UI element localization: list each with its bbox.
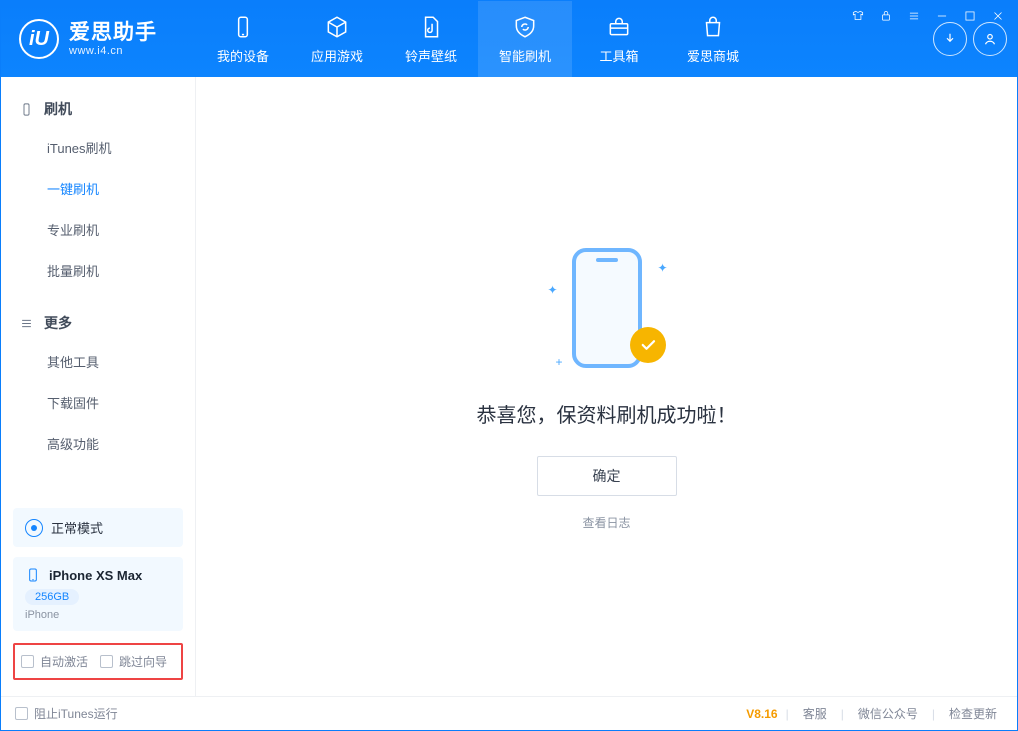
nav-my-device[interactable]: 我的设备 [196, 1, 290, 77]
sparkle-icon: + [556, 355, 563, 369]
options-highlight: 自动激活 跳过向导 [13, 643, 183, 680]
minimize-button[interactable] [933, 7, 951, 25]
toolbox-icon [606, 14, 632, 40]
wechat-link[interactable]: 微信公众号 [852, 705, 924, 722]
sidebar-item-other-tools[interactable]: 其他工具 [1, 341, 195, 382]
sidebar-item-advanced[interactable]: 高级功能 [1, 423, 195, 464]
sidebar-header-more: 更多 [1, 305, 195, 341]
mode-icon [25, 519, 43, 537]
sidebar-item-oneclick-flash[interactable]: 一键刷机 [1, 168, 195, 209]
checkbox-label: 跳过向导 [119, 653, 167, 670]
main-content: ✦ ✦ + 恭喜您，保资料刷机成功啦！ 确定 查看日志 [196, 77, 1017, 696]
sidebar-item-pro-flash[interactable]: 专业刷机 [1, 209, 195, 250]
support-link[interactable]: 客服 [797, 705, 833, 722]
nav-store[interactable]: 爱思商城 [666, 1, 760, 77]
phone-outline-icon [25, 567, 41, 583]
logo: iU 爱思助手 www.i4.cn [1, 1, 196, 77]
phone-icon [230, 14, 256, 40]
device-icon [19, 102, 34, 117]
separator: | [786, 707, 789, 721]
sidebar-section-more: 更多 其他工具 下载固件 高级功能 [1, 291, 195, 464]
logo-icon: iU [19, 19, 59, 59]
sidebar-item-download-firmware[interactable]: 下载固件 [1, 382, 195, 423]
status-bar: 阻止iTunes运行 V8.16 | 客服 | 微信公众号 | 检查更新 [1, 696, 1017, 730]
view-log-link[interactable]: 查看日志 [582, 514, 630, 531]
download-button[interactable] [933, 22, 967, 56]
sidebar-bottom: 正常模式 iPhone XS Max 256GB iPhone 自动激活 跳过向… [1, 498, 195, 696]
sidebar-title: 刷机 [44, 99, 72, 119]
nav-label: 铃声壁纸 [405, 46, 457, 65]
nav-label: 工具箱 [599, 46, 638, 65]
app-subtitle: www.i4.cn [69, 45, 157, 57]
menu-icon[interactable] [905, 7, 923, 25]
sparkle-icon: ✦ [657, 261, 667, 275]
sparkle-icon: ✦ [548, 283, 558, 297]
device-type: iPhone [25, 609, 171, 621]
maximize-button[interactable] [961, 7, 979, 25]
window-controls [849, 7, 1007, 25]
checkbox-skip-guide[interactable]: 跳过向导 [100, 653, 167, 670]
sidebar: 刷机 iTunes刷机 一键刷机 专业刷机 批量刷机 更多 其他工具 下载固件 … [1, 77, 196, 696]
list-icon [19, 316, 34, 331]
tshirt-icon[interactable] [849, 7, 867, 25]
device-name: iPhone XS Max [49, 568, 142, 583]
nav-toolbox[interactable]: 工具箱 [572, 1, 666, 77]
sidebar-item-itunes-flash[interactable]: iTunes刷机 [1, 127, 195, 168]
account-button[interactable] [973, 22, 1007, 56]
titlebar: iU 爱思助手 www.i4.cn 我的设备 应用游戏 铃声壁纸 智能刷机 [1, 1, 1017, 77]
checkbox-block-itunes[interactable]: 阻止iTunes运行 [15, 705, 118, 722]
lock-icon[interactable] [877, 7, 895, 25]
checkmark-badge-icon [630, 327, 666, 363]
checkbox-auto-activate[interactable]: 自动激活 [21, 653, 88, 670]
app-title: 爱思助手 [69, 21, 157, 44]
nav-label: 智能刷机 [499, 46, 551, 65]
separator: | [932, 707, 935, 721]
separator: | [841, 707, 844, 721]
body: 刷机 iTunes刷机 一键刷机 专业刷机 批量刷机 更多 其他工具 下载固件 … [1, 77, 1017, 696]
sidebar-item-batch-flash[interactable]: 批量刷机 [1, 250, 195, 291]
checkbox-label: 阻止iTunes运行 [34, 705, 118, 722]
sidebar-header-flash: 刷机 [1, 91, 195, 127]
app-window: iU 爱思助手 www.i4.cn 我的设备 应用游戏 铃声壁纸 智能刷机 [0, 0, 1018, 731]
nav-label: 爱思商城 [687, 46, 739, 65]
success-message: 恭喜您，保资料刷机成功啦！ [477, 399, 737, 428]
bag-icon [700, 14, 726, 40]
check-update-link[interactable]: 检查更新 [943, 705, 1003, 722]
checkbox-label: 自动激活 [40, 653, 88, 670]
nav-smart-flash[interactable]: 智能刷机 [478, 1, 572, 77]
storage-badge: 256GB [25, 589, 79, 605]
music-file-icon [418, 14, 444, 40]
cube-icon [324, 14, 350, 40]
sidebar-section-flash: 刷机 iTunes刷机 一键刷机 专业刷机 批量刷机 [1, 77, 195, 291]
close-button[interactable] [989, 7, 1007, 25]
nav-apps-games[interactable]: 应用游戏 [290, 1, 384, 77]
nav-label: 应用游戏 [311, 46, 363, 65]
refresh-shield-icon [512, 14, 538, 40]
nav-label: 我的设备 [217, 46, 269, 65]
ok-button[interactable]: 确定 [537, 456, 677, 496]
sidebar-title: 更多 [44, 313, 72, 333]
device-box[interactable]: iPhone XS Max 256GB iPhone [13, 557, 183, 631]
mode-label: 正常模式 [51, 518, 103, 537]
version-label: V8.16 [746, 707, 777, 721]
top-nav: 我的设备 应用游戏 铃声壁纸 智能刷机 工具箱 爱思商城 [196, 1, 760, 77]
mode-box[interactable]: 正常模式 [13, 508, 183, 547]
nav-ringtones-wallpapers[interactable]: 铃声壁纸 [384, 1, 478, 77]
success-illustration: ✦ ✦ + [542, 243, 672, 373]
